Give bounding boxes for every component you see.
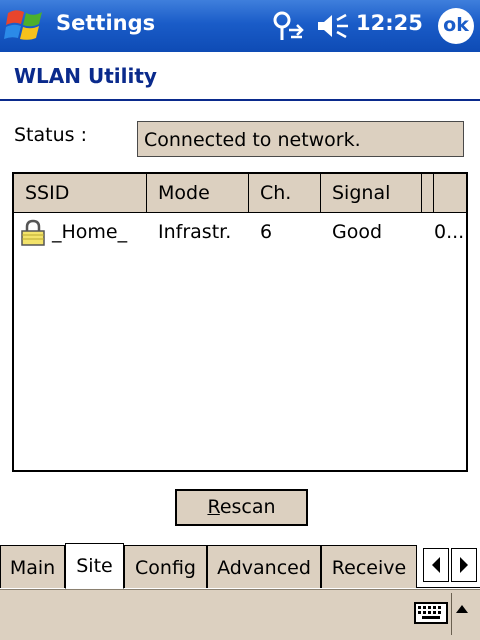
tab-main[interactable]: Main xyxy=(0,545,65,588)
volume-icon[interactable] xyxy=(316,12,350,40)
menu-bar xyxy=(0,589,480,640)
rescan-label: escan xyxy=(219,496,276,518)
column-header-extra[interactable] xyxy=(422,174,434,212)
clock[interactable]: 12:25 xyxy=(356,11,423,35)
window-title: Settings xyxy=(56,11,156,35)
header-divider xyxy=(0,99,480,101)
tab-advanced[interactable]: Advanced xyxy=(207,545,321,588)
tab-receive[interactable]: Receive xyxy=(321,545,417,588)
tab-scroll-left-button[interactable] xyxy=(423,548,449,582)
keyboard-icon[interactable] xyxy=(414,602,448,624)
cell-channel: 6 xyxy=(260,221,273,243)
status-field: Connected to network. xyxy=(137,121,464,157)
connectivity-icon[interactable] xyxy=(271,10,305,42)
cell-extra: 0... xyxy=(434,221,465,243)
tab-config[interactable]: Config xyxy=(124,545,207,588)
arrow-right-icon xyxy=(460,557,468,573)
table-row[interactable]: _Home_ Infrastr. 6 Good 0... xyxy=(14,214,466,250)
column-header-channel[interactable]: Ch. xyxy=(249,174,321,212)
input-panel-divider xyxy=(451,593,452,635)
network-list[interactable]: SSID Mode Ch. Signal _Home_ Infrastr. 6 … xyxy=(12,172,468,472)
page-title: WLAN Utility xyxy=(14,64,157,88)
cell-mode: Infrastr. xyxy=(158,221,232,243)
column-header-signal[interactable]: Signal xyxy=(321,174,422,212)
tab-scroll-right-button[interactable] xyxy=(451,548,477,582)
cell-ssid: _Home_ xyxy=(52,221,128,243)
rescan-accelerator: R xyxy=(207,496,220,518)
tab-site[interactable]: Site xyxy=(65,543,124,589)
cell-signal: Good xyxy=(332,221,383,243)
column-header-ssid[interactable]: SSID xyxy=(14,174,147,212)
input-menu-arrow-icon[interactable] xyxy=(455,602,469,616)
arrow-left-icon xyxy=(432,557,440,573)
ok-button[interactable]: ok xyxy=(438,8,474,44)
rescan-button[interactable]: Rescan xyxy=(175,489,308,526)
lock-icon xyxy=(21,219,45,246)
windows-start-icon[interactable] xyxy=(4,5,48,47)
status-label: Status : xyxy=(14,124,87,146)
column-header-mode[interactable]: Mode xyxy=(147,174,249,212)
title-bar: Settings 12:25 ok xyxy=(0,0,480,52)
list-header: SSID Mode Ch. Signal xyxy=(14,174,466,213)
